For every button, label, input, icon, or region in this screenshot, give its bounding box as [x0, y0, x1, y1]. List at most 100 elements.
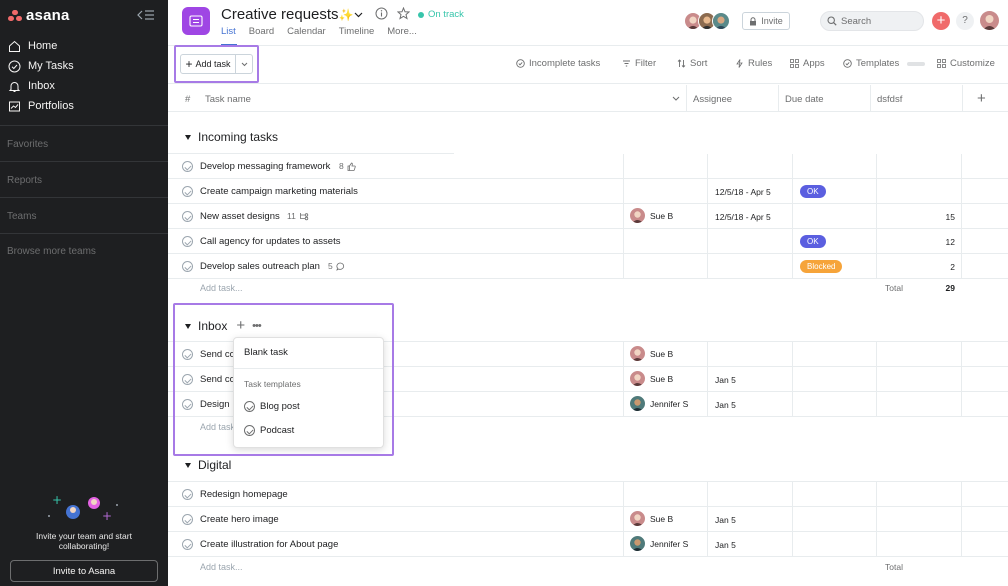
assignee-name: Sue B	[650, 513, 674, 524]
sidebar-item-inbox[interactable]: Inbox	[0, 76, 168, 96]
task-row[interactable]: Create campaign marketing materials 12/5…	[168, 179, 1008, 204]
collapse-triangle-icon[interactable]	[185, 134, 191, 140]
task-name[interactable]: Create campaign marketing materials	[200, 186, 358, 197]
cell-divider	[961, 204, 962, 229]
apps-button[interactable]: Apps	[790, 58, 825, 69]
tab-calendar[interactable]: Calendar	[287, 26, 326, 37]
assignee[interactable]: Sue B	[630, 346, 673, 361]
asana-logo[interactable]: asana	[8, 7, 70, 24]
task-name[interactable]: New asset designs	[200, 211, 280, 222]
task-row[interactable]: Develop messaging framework 8	[168, 154, 1008, 179]
tab-more[interactable]: More...	[387, 26, 417, 37]
add-task-inline[interactable]: Add task...	[200, 562, 243, 572]
task-name[interactable]: Call agency for updates to assets	[200, 236, 340, 247]
custom-field-value[interactable]: 15	[876, 212, 955, 222]
section-title[interactable]: Incoming tasks	[198, 130, 278, 144]
quick-add-button[interactable]: +	[932, 12, 950, 30]
assignee[interactable]: Sue B	[630, 511, 673, 526]
task-name[interactable]: Develop sales outreach plan	[200, 261, 320, 272]
due-date[interactable]: Jan 5	[715, 400, 736, 410]
complete-task-checkbox[interactable]	[182, 539, 193, 550]
column-task-name[interactable]: Task name	[205, 94, 251, 105]
complete-task-checkbox[interactable]	[182, 514, 193, 525]
invite-button[interactable]: Invite	[742, 12, 790, 30]
templates-toggle[interactable]	[907, 61, 926, 66]
complete-task-checkbox[interactable]	[182, 186, 193, 197]
cell-divider	[792, 507, 793, 532]
star-icon[interactable]	[397, 7, 410, 20]
task-row[interactable]: Create hero image Sue B Jan 5	[168, 507, 1008, 532]
sidebar-item-home[interactable]: Home	[0, 36, 168, 56]
project-title[interactable]: Creative requests✨	[221, 6, 354, 23]
sidebar-section-reports[interactable]: Reports	[7, 175, 42, 186]
tab-timeline[interactable]: Timeline	[339, 26, 375, 37]
due-date[interactable]: Jan 5	[715, 540, 736, 550]
task-name[interactable]: Develop messaging framework	[200, 161, 330, 172]
assignee[interactable]: Sue B	[630, 371, 673, 386]
task-row[interactable]: Develop sales outreach plan 5 Blocked 2	[168, 254, 1008, 279]
task-row[interactable]: New asset designs 11 Sue B 12/5/18 - Apr…	[168, 204, 1008, 229]
custom-field-value[interactable]: 2	[876, 262, 955, 272]
due-date[interactable]: Jan 5	[715, 515, 736, 525]
status-badge[interactable]: OK	[800, 235, 826, 248]
assignee[interactable]: Jennifer S	[630, 536, 688, 551]
custom-field-value[interactable]: 12	[876, 237, 955, 247]
column-due-date[interactable]: Due date	[785, 94, 824, 105]
tab-list[interactable]: List	[221, 26, 236, 37]
customize-button[interactable]: Customize	[937, 58, 995, 69]
tab-board[interactable]: Board	[249, 26, 274, 37]
due-date[interactable]: 12/5/18 - Apr 5	[715, 212, 771, 222]
info-icon[interactable]	[375, 7, 388, 20]
chevron-down-icon[interactable]	[354, 12, 363, 18]
task-row[interactable]: Create illustration for About page Jenni…	[168, 532, 1008, 557]
sidebar-section-teams[interactable]: Teams	[7, 211, 36, 222]
task-name[interactable]: Redesign homepage	[200, 489, 288, 500]
add-column-button[interactable]: +	[977, 90, 986, 107]
rules-button[interactable]: Rules	[735, 58, 772, 69]
add-task-inline[interactable]: Add task...	[200, 283, 243, 293]
due-date[interactable]: Jan 5	[715, 375, 736, 385]
cell-divider	[623, 532, 624, 557]
complete-task-checkbox[interactable]	[182, 161, 193, 172]
project-status[interactable]: On track	[418, 9, 464, 20]
sidebar-item-portfolios[interactable]: Portfolios	[0, 96, 168, 116]
column-custom-field[interactable]: dsfdsf	[877, 94, 902, 105]
task-row[interactable]: Call agency for updates to assets OK 12	[168, 229, 1008, 254]
filter-button[interactable]: Filter	[622, 58, 656, 69]
collapse-sidebar-icon[interactable]	[137, 9, 155, 21]
project-icon[interactable]	[182, 7, 210, 35]
status-badge[interactable]: Blocked	[800, 260, 843, 273]
incomplete-tasks-filter[interactable]: Incomplete tasks	[516, 58, 600, 69]
column-divider	[962, 85, 963, 112]
complete-task-checkbox[interactable]	[182, 261, 193, 272]
chevron-down-icon[interactable]	[672, 96, 680, 101]
section-header-digital[interactable]: Digital	[185, 458, 231, 472]
sidebar-browse-teams-link[interactable]: Browse more teams	[7, 246, 96, 257]
complete-task-checkbox[interactable]	[182, 489, 193, 500]
status-badge[interactable]: OK	[800, 185, 826, 198]
templates-button[interactable]: Templates	[843, 58, 926, 69]
avatar	[630, 371, 645, 386]
task-name[interactable]: Create hero image	[200, 514, 279, 525]
task-name[interactable]: Create illustration for About page	[200, 539, 338, 550]
task-row[interactable]: Redesign homepage	[168, 482, 1008, 507]
assignee[interactable]: Jennifer S	[630, 396, 688, 411]
assignee[interactable]: Sue B	[630, 208, 673, 223]
sort-button[interactable]: Sort	[677, 58, 707, 69]
invite-to-asana-button[interactable]: Invite to Asana	[10, 560, 158, 582]
user-avatar[interactable]	[980, 11, 999, 30]
complete-task-checkbox[interactable]	[182, 236, 193, 247]
project-members[interactable]	[684, 12, 730, 30]
sidebar-item-my-tasks[interactable]: My Tasks	[0, 56, 168, 76]
sidebar-section-favorites[interactable]: Favorites	[7, 139, 48, 150]
collapse-triangle-icon[interactable]	[185, 462, 191, 468]
help-button[interactable]: ?	[956, 12, 974, 30]
search-input[interactable]: Search	[820, 11, 924, 31]
column-assignee[interactable]: Assignee	[693, 94, 732, 105]
due-date[interactable]: 12/5/18 - Apr 5	[715, 187, 771, 197]
comments-count: 5	[328, 261, 345, 271]
section-header-incoming-tasks[interactable]: Incoming tasks	[185, 130, 278, 144]
avatar	[630, 396, 645, 411]
section-title[interactable]: Digital	[198, 458, 231, 472]
complete-task-checkbox[interactable]	[182, 211, 193, 222]
